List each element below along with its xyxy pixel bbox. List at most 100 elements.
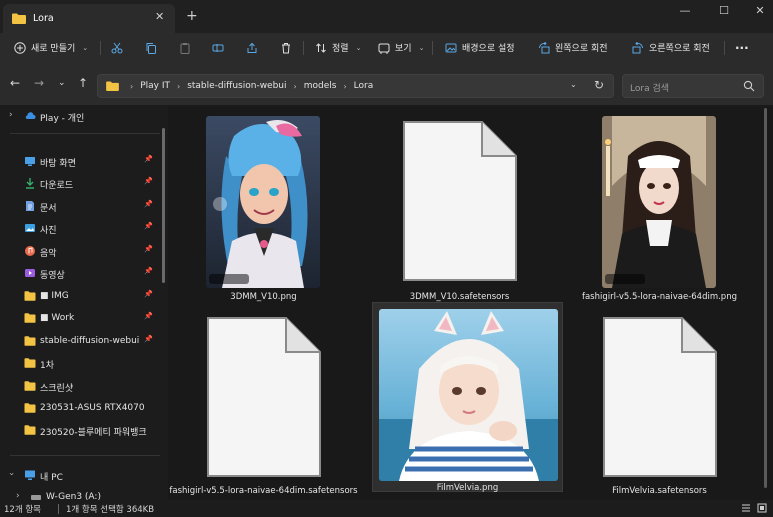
rename-button[interactable] (212, 33, 224, 62)
image-thumbnail (379, 309, 558, 481)
content-scrollbar[interactable] (764, 108, 767, 488)
sidebar-label: 다운로드 (40, 181, 74, 191)
pin-icon[interactable]: 📌 (144, 335, 153, 343)
back-arrow-icon[interactable]: ← (10, 76, 20, 90)
sort-button[interactable]: 정렬 ⌄ (315, 33, 361, 62)
sidebar-item[interactable]: stable-diffusion-webui 📌 (0, 331, 160, 351)
details-view-icon[interactable] (741, 503, 751, 513)
sidebar-label: ■ IMG (40, 291, 69, 301)
pin-icon[interactable]: 📌 (144, 177, 153, 185)
sort-label: 정렬 (332, 44, 349, 54)
image-thumbnail (602, 116, 716, 288)
copy-button[interactable] (145, 33, 157, 62)
cut-button[interactable] (111, 33, 123, 62)
pin-icon[interactable]: 📌 (144, 312, 153, 320)
rename-icon (212, 43, 224, 52)
pin-icon[interactable]: 📌 (144, 290, 153, 298)
image-thumbnail (206, 116, 320, 288)
sidebar-item[interactable]: 동영상 📌 (0, 263, 160, 283)
folder-icon (106, 81, 119, 91)
view-button[interactable]: 보기 ⌄ (378, 33, 424, 62)
sidebar-item[interactable]: ■ Work 📌 (0, 308, 160, 328)
divider (100, 41, 101, 55)
pin-icon[interactable]: 📌 (144, 200, 153, 208)
sidebar-label: 사진 (40, 226, 57, 236)
refresh-icon[interactable]: ↻ (594, 78, 604, 92)
breadcrumb-stable-diffusion-webui[interactable]: stable-diffusion-webui (187, 81, 286, 91)
rotate-left-label: 왼쪽으로 회전 (555, 44, 608, 54)
sidebar-label: 바탕 화면 (40, 159, 76, 169)
sidebar-item[interactable]: 1차 (0, 353, 160, 373)
folder-icon (24, 313, 36, 323)
tab-lora[interactable]: Lora ✕ (3, 4, 175, 33)
file-tile[interactable]: 3DMM_V10.safetensors (364, 110, 555, 302)
chevron-right-icon: › (9, 110, 13, 120)
sidebar-item[interactable]: ■ IMG 📌 (0, 286, 160, 306)
pin-icon[interactable]: 📌 (144, 222, 153, 230)
tab-close-button[interactable]: ✕ (155, 10, 164, 23)
folder-icon (24, 358, 36, 368)
up-arrow-icon[interactable]: ↑ (78, 76, 88, 90)
chevron-right-icon: › (130, 81, 134, 91)
file-tile[interactable]: 3DMM_V10.png (168, 110, 359, 302)
breadcrumb-play-it[interactable]: Play IT (140, 81, 170, 91)
sidebar-item[interactable]: 스크린샷 (0, 376, 160, 396)
rotate-left-icon (539, 41, 550, 53)
rotate-left-button[interactable]: 왼쪽으로 회전 (538, 33, 608, 62)
large-icons-view-icon[interactable] (757, 503, 767, 513)
divider (10, 133, 160, 134)
rotate-right-label: 오른쪽으로 회전 (649, 44, 710, 54)
sort-icon (316, 42, 326, 53)
forward-arrow-icon[interactable]: → (34, 76, 44, 90)
address-dropdown-icon[interactable]: ⌄ (570, 80, 577, 89)
maximize-button[interactable]: ☐ (713, 4, 735, 20)
sidebar-item-this-pc[interactable]: › 내 PC (0, 465, 160, 485)
sidebar-label: 음악 (40, 249, 57, 259)
file-tile-selected[interactable]: FilmVelvia.png (372, 302, 563, 493)
paste-button[interactable] (179, 33, 191, 62)
sidebar-label: 내 PC (40, 473, 63, 483)
sidebar-item[interactable]: 다운로드 📌 (0, 173, 160, 193)
search-box[interactable]: Lora 검색 (622, 74, 764, 98)
share-icon (247, 42, 257, 53)
new-tab-button[interactable]: + (186, 8, 198, 24)
sidebar-item[interactable]: 230520-블루메티 파워뱅크 (0, 420, 160, 440)
minimize-button[interactable]: — (674, 4, 696, 20)
new-button[interactable]: 새로 만들기 ⌄ (14, 33, 88, 62)
close-window-button[interactable]: ✕ (749, 4, 771, 20)
sidebar-item[interactable]: 음악 📌 (0, 241, 160, 261)
recent-locations-icon[interactable]: ⌄ (58, 78, 66, 88)
folder-icon (12, 13, 26, 24)
sidebar-item-onedrive[interactable]: › Play - 개인 (0, 106, 160, 126)
navigation-pane: › Play - 개인 바탕 화면 📌 다운로드 📌 문서 📌 사진 📌 음악 📌 동영상 📌 ■ IM… (0, 106, 167, 502)
share-button[interactable] (246, 33, 258, 62)
address-bar[interactable]: › Play IT › stable-diffusion-webui › mod… (97, 74, 614, 98)
scissors-icon (111, 42, 123, 53)
breadcrumb-lora[interactable]: Lora (354, 81, 374, 91)
sidebar-item[interactable]: 사진 📌 (0, 218, 160, 238)
more-options-button[interactable]: ··· (735, 33, 749, 62)
file-tile[interactable]: fashigirl-v5.5-lora-naivae-64dim.png (564, 110, 755, 302)
sidebar-scrollbar[interactable] (162, 128, 165, 283)
pin-icon[interactable]: 📌 (144, 267, 153, 275)
pin-icon[interactable]: 📌 (144, 245, 153, 253)
music-icon (25, 246, 35, 256)
delete-button[interactable] (280, 33, 292, 62)
breadcrumb-models[interactable]: models (304, 81, 337, 91)
pin-icon[interactable]: 📌 (144, 155, 153, 163)
file-name: 3DMM_V10.safetensors (409, 292, 510, 302)
item-count: 12개 항목 (4, 505, 41, 515)
new-label: 새로 만들기 (31, 44, 76, 54)
view-icon (378, 43, 390, 54)
sidebar-label: 문서 (40, 204, 57, 214)
chevron-down-icon: › (5, 472, 16, 476)
desktop-icon (25, 157, 35, 166)
rotate-right-button[interactable]: 오른쪽으로 회전 (632, 33, 710, 62)
sidebar-item[interactable]: 230531-ASUS RTX4070 (0, 398, 160, 418)
file-tile[interactable]: fashigirl-v5.5-lora-naivae-64dim.safeten… (168, 306, 359, 496)
set-background-button[interactable]: 배경으로 설정 (445, 33, 515, 62)
sidebar-item[interactable]: 문서 📌 (0, 196, 160, 216)
file-tile[interactable]: FilmVelvia.safetensors (564, 306, 755, 496)
command-bar: 새로 만들기 ⌄ 정렬 ⌄ 보기 ⌄ 배경으로 설정 왼쪽으로 회전 오른쪽으로 회전… (0, 33, 773, 62)
sidebar-item[interactable]: 바탕 화면 📌 (0, 151, 160, 171)
